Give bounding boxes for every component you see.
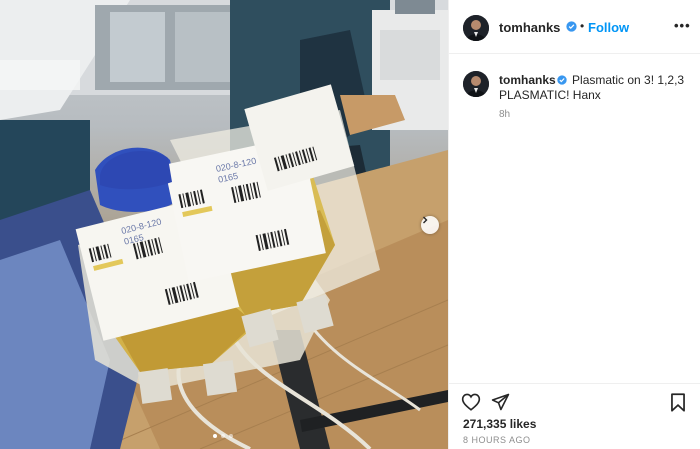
follow-button[interactable]: Follow bbox=[588, 20, 629, 35]
verified-badge-icon bbox=[566, 21, 577, 32]
post-side-panel: tomhanks • Follow ••• tomhanks Plasmatic bbox=[448, 0, 700, 449]
carousel-dot-2 bbox=[221, 434, 225, 438]
likes-count[interactable]: 271,335 likes bbox=[463, 417, 536, 431]
carousel-dot-1 bbox=[213, 434, 217, 438]
profile-photo-icon bbox=[463, 71, 489, 97]
avatar[interactable] bbox=[463, 15, 489, 41]
comments-section: tomhanks Plasmatic on 3! 1,2,3 PLASMATIC… bbox=[449, 54, 700, 384]
carousel-indicator bbox=[213, 434, 233, 438]
plasma-bags-photo: 020-8-120 0165 020-8-120 0165 bbox=[0, 0, 448, 449]
header-separator: • bbox=[580, 19, 585, 33]
instagram-post: 020-8-120 0165 020-8-120 0165 tomhanks •… bbox=[0, 0, 700, 449]
more-options-button[interactable]: ••• bbox=[674, 18, 691, 33]
post-header: tomhanks • Follow ••• bbox=[449, 0, 700, 54]
username-link[interactable]: tomhanks bbox=[499, 20, 560, 35]
avatar[interactable] bbox=[463, 71, 489, 97]
verified-badge-icon bbox=[557, 75, 567, 85]
profile-photo-icon bbox=[463, 15, 489, 41]
post-timestamp[interactable]: 8 HOURS AGO bbox=[463, 435, 531, 445]
post-photo[interactable]: 020-8-120 0165 020-8-120 0165 bbox=[0, 0, 448, 449]
carousel-next-button[interactable] bbox=[421, 216, 439, 234]
caption: tomhanks Plasmatic on 3! 1,2,3 PLASMATIC… bbox=[499, 73, 694, 103]
paper-plane-icon[interactable] bbox=[491, 393, 510, 411]
chevron-right-icon bbox=[423, 216, 428, 224]
caption-username[interactable]: tomhanks bbox=[499, 73, 556, 87]
heart-outline-icon[interactable] bbox=[461, 393, 481, 411]
carousel-dot-3 bbox=[229, 434, 233, 438]
bookmark-icon[interactable] bbox=[670, 393, 686, 412]
caption-time: 8h bbox=[499, 109, 511, 120]
action-bar: 271,335 likes 8 HOURS AGO bbox=[449, 383, 700, 449]
